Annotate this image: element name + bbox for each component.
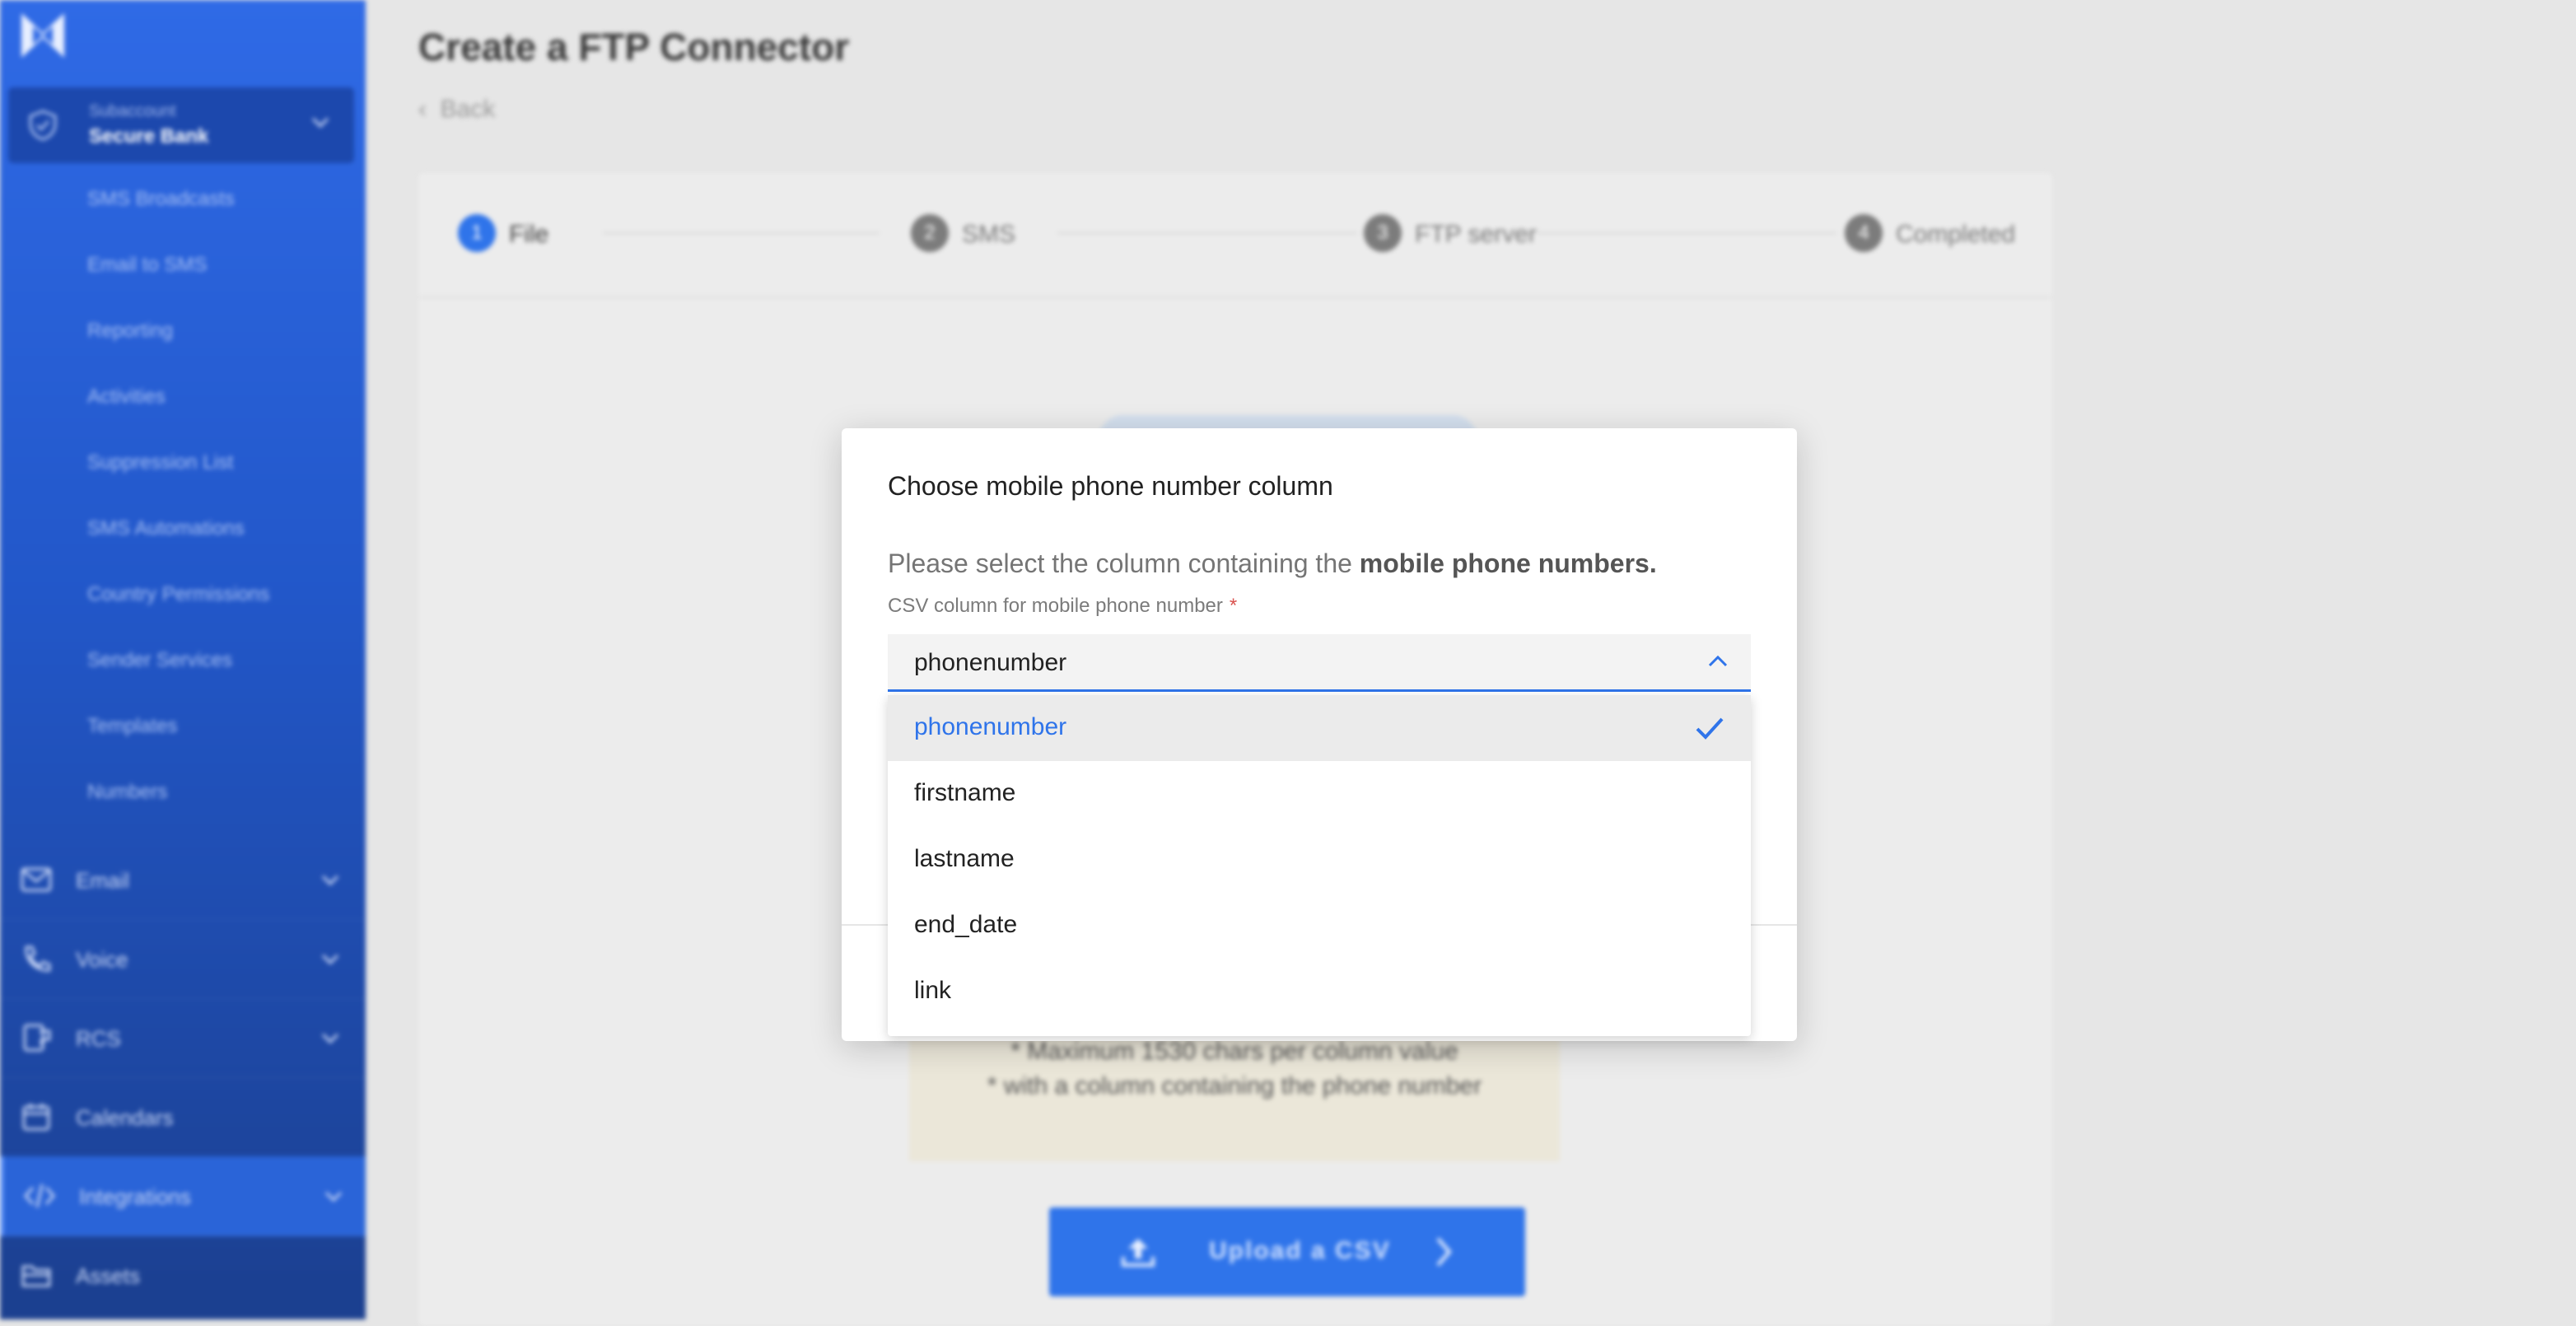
code-icon (23, 1184, 56, 1208)
sidebar-item-voice[interactable]: Voice (0, 919, 366, 999)
stepper: 1 File 2 SMS 3 FTP server 4 Completed (418, 173, 2052, 298)
step-connector (1057, 232, 1357, 234)
brand-logo[interactable] (18, 10, 68, 61)
back-link[interactable]: ‹ Back (418, 96, 495, 124)
option-end-date[interactable]: end_date (888, 893, 1751, 959)
subaccount-name: Secure Bank (89, 125, 209, 147)
subaccount-switcher[interactable]: Subaccount Secure Bank (8, 87, 354, 163)
option-lastname[interactable]: lastname (888, 827, 1751, 893)
subaccount-label: Subaccount (89, 102, 176, 120)
option-label: lastname (914, 845, 1015, 872)
sidebar: Subaccount Secure Bank SMS Broadcasts Em… (0, 0, 366, 1319)
step-label: SMS (962, 221, 1016, 248)
step-number: 2 (911, 214, 949, 252)
dialog-title: Choose mobile phone number column (888, 471, 1333, 501)
select-value: phonenumber (914, 649, 1067, 676)
chevron-down-icon (321, 1033, 339, 1044)
chevron-up-icon (1708, 656, 1728, 667)
description-emphasis: mobile phone numbers. (1359, 549, 1657, 578)
sidebar-item-label: RCS (76, 1026, 121, 1051)
option-firstname[interactable]: firstname (888, 761, 1751, 827)
step-number: 3 (1364, 214, 1402, 252)
step-number: 4 (1845, 214, 1883, 252)
option-label: end_date (914, 911, 1018, 938)
option-label: firstname (914, 779, 1016, 806)
upload-label: Upload a CSV (1209, 1237, 1391, 1264)
sidebar-item-email[interactable]: Email (0, 840, 366, 920)
option-link[interactable]: link (888, 959, 1751, 1025)
chevron-down-icon (311, 117, 329, 128)
step-number: 1 (458, 214, 496, 252)
chevron-down-icon (324, 1191, 343, 1202)
info-line: * with a column containing the phone num… (987, 1072, 1482, 1100)
sidebar-item-label: Voice (76, 947, 128, 972)
folder-icon (21, 1265, 51, 1287)
phone-icon (25, 945, 51, 972)
envelope-icon (21, 867, 52, 892)
sidebar-item-integrations[interactable]: Integrations (0, 1156, 366, 1236)
required-marker: * (1229, 595, 1238, 617)
calendar-icon (22, 1104, 50, 1131)
sidebar-item-numbers[interactable]: Numbers (87, 781, 167, 804)
sidebar-item-label: Integrations (79, 1184, 191, 1209)
sidebar-item-label: Email (76, 868, 130, 893)
sidebar-item-rcs[interactable]: RCS (0, 998, 366, 1078)
option-phonenumber[interactable]: phonenumber (888, 695, 1751, 761)
csv-requirements-box: * Maximum 1530 chars per column value * … (909, 1021, 1560, 1161)
chevron-left-icon: ‹ (418, 96, 441, 123)
step-connector (603, 232, 880, 234)
sidebar-item-sender-services[interactable]: Sender Services (87, 649, 232, 672)
step-label: FTP server (1415, 221, 1537, 248)
sidebar-item-templates[interactable]: Templates (87, 715, 177, 738)
sidebar-item-sms-broadcasts[interactable]: SMS Broadcasts (87, 188, 235, 211)
sidebar-item-country-permissions[interactable]: Country Permissions (87, 583, 269, 606)
step-connector (1537, 232, 1836, 234)
phone-column-select[interactable]: phonenumber (888, 634, 1751, 692)
page-title: Create a FTP Connector (418, 26, 850, 68)
upload-csv-button[interactable]: Upload a CSV (1049, 1207, 1525, 1296)
option-label: link (914, 977, 952, 1004)
column-options-menu: phonenumber firstname lastname end_date … (888, 695, 1751, 1036)
sidebar-item-email-to-sms[interactable]: Email to SMS (87, 254, 207, 277)
field-label-text: CSV column for mobile phone number (888, 595, 1223, 617)
chevron-down-icon (321, 954, 339, 965)
step-label: File (509, 221, 549, 248)
check-icon (1696, 717, 1724, 740)
sidebar-item-activities[interactable]: Activities (87, 385, 166, 409)
chevron-right-icon (1436, 1237, 1452, 1267)
step-label: Completed (1896, 221, 2016, 248)
sidebar-item-reporting[interactable]: Reporting (87, 320, 173, 343)
back-label: Back (440, 96, 496, 123)
sidebar-item-assets[interactable]: Assets (0, 1235, 366, 1315)
description-text: Please select the column containing the (888, 549, 1352, 578)
dialog-description: Please select the column containing the … (888, 549, 1657, 579)
option-label: phonenumber (914, 713, 1067, 740)
sidebar-item-calendars[interactable]: Calendars (0, 1077, 366, 1157)
sidebar-item-label: Assets (76, 1263, 141, 1288)
sidebar-item-sms-automations[interactable]: SMS Automations (87, 517, 245, 540)
sidebar-item-suppression-list[interactable]: Suppression List (87, 451, 233, 474)
upload-icon (1122, 1239, 1155, 1267)
field-label: CSV column for mobile phone number * (888, 595, 1237, 618)
rcs-icon (23, 1024, 51, 1052)
chevron-down-icon (321, 875, 339, 886)
sidebar-item-label: Calendars (76, 1105, 174, 1130)
shield-icon (29, 110, 57, 141)
